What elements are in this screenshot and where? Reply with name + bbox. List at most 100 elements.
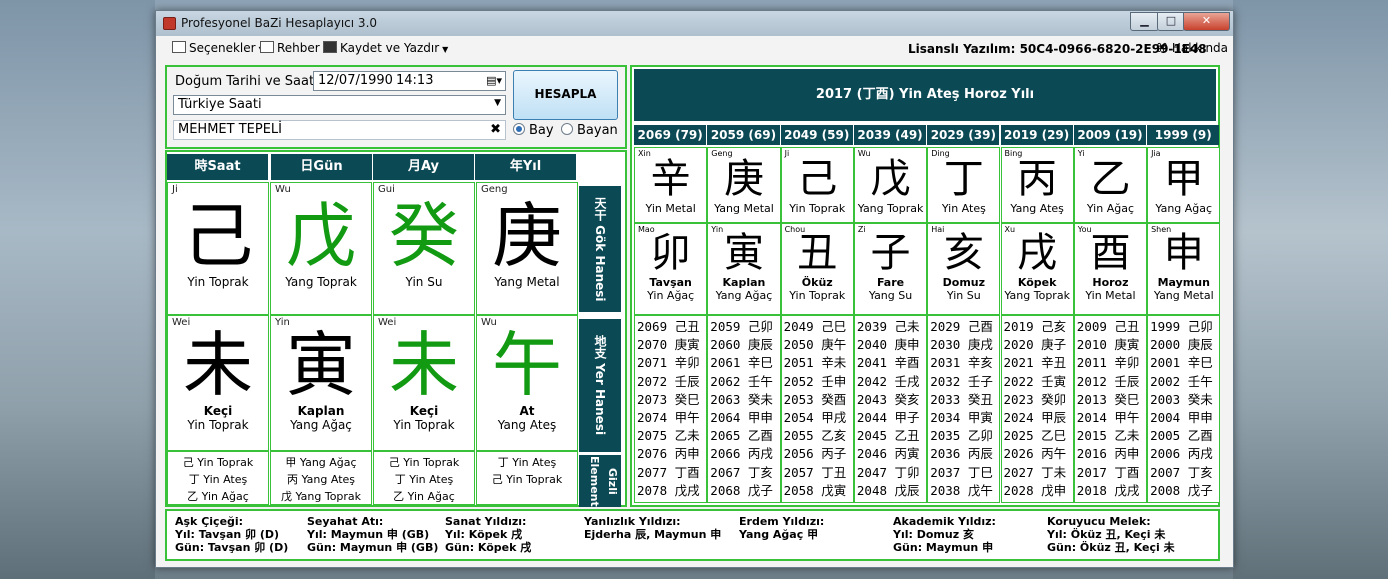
luck-stem-character: 庚: [723, 156, 764, 202]
stem-character: 庚: [492, 195, 562, 277]
stem-pinyin: Geng: [481, 184, 508, 195]
luck-year-list-4: 2029 己酉 2030 庚戌 2031 辛亥 2032 壬子 2033 癸丑 2034 …: [927, 315, 1001, 503]
luck-year-item: 2021 辛丑: [1003, 355, 1067, 371]
luck-stem-cell-2[interactable]: Ji 己 Yin Toprak: [780, 147, 854, 223]
luck-year-item: 2018 戊戌: [1076, 482, 1140, 498]
hidden-element-cell-2: 己 Yin Toprak 丁 Yin Ateş 乙 Yin Ağaç: [373, 451, 475, 505]
four-pillars-panel: 時Saat 日Gün 月Ay 年Yıl Ji 己 Yin Toprak Wu 戊 Yang Top…: [165, 150, 627, 507]
luck-year-list-0: 2069 己丑 2070 庚寅 2071 辛卯 2072 壬辰 2073 癸巳 2074 …: [634, 315, 708, 503]
luck-stem-pinyin: Yi: [1077, 149, 1085, 158]
chevron-down-icon: ▼: [494, 98, 501, 108]
branch-cell-3[interactable]: Wu 午 At Yang Ateş: [476, 315, 578, 451]
star-block-1: Seyahat Atı: Yıl: Maymun 申 (GB) Gün: Maymu…: [307, 515, 438, 554]
calendar-icon[interactable]: ▤▾: [486, 74, 502, 87]
minimize-button[interactable]: ▁: [1130, 12, 1159, 31]
luck-stem-cell-3[interactable]: Wu 戊 Yang Toprak: [853, 147, 928, 223]
menu-kaydet[interactable]: Kaydet ve Yazdır ▼: [323, 41, 448, 55]
luck-branch-cell-7[interactable]: Shen 申 Maymun Yang Metal: [1147, 223, 1221, 315]
luck-year-item: 2037 丁巳: [930, 464, 993, 480]
hidden-element: 丁 Yin Ateş: [394, 473, 454, 486]
radio-female[interactable]: Bayan: [561, 123, 618, 138]
luck-stem-cell-6[interactable]: Yi 乙 Yin Ağaç: [1073, 147, 1148, 223]
birth-datetime-field[interactable]: 12/07/1990 14:13 ▤▾: [313, 71, 506, 91]
window-title: Profesyonel BaZi Hesaplayıcı 3.0: [181, 16, 378, 30]
luck-branch-cell-5[interactable]: Xu 戌 Köpek Yang Toprak: [1000, 223, 1074, 315]
luck-branch-cell-2[interactable]: Chou 丑 Öküz Yin Toprak: [780, 223, 854, 315]
luck-stem-cell-7[interactable]: Jia 甲 Yang Ağaç: [1147, 147, 1221, 223]
luck-branch-cell-0[interactable]: Mao 卯 Tavşan Yin Ağaç: [634, 223, 708, 315]
luck-stem-cell-1[interactable]: Geng 庚 Yang Metal: [707, 147, 781, 223]
timezone-select[interactable]: Türkiye Saati ▼: [173, 95, 506, 115]
luck-branch-animal: Öküz: [801, 276, 833, 289]
luck-year-item: 2077 丁酉: [637, 464, 700, 480]
luck-year-item: 2025 乙巳: [1003, 428, 1067, 444]
luck-stem-cell-4[interactable]: Ding 丁 Yin Ateş: [927, 147, 1001, 223]
luck-year-item: 2039 己未: [856, 319, 920, 334]
about-label: Hakkında: [1171, 41, 1229, 55]
branch-character: 未: [183, 324, 253, 406]
about-button[interactable]: ⌘ Hakkında: [1156, 41, 1228, 55]
luck-header-5: 2019 (29): [1000, 125, 1073, 145]
luck-branch-cell-6[interactable]: You 酉 Horoz Yin Metal: [1073, 223, 1148, 315]
luck-year-item: 2074 甲午: [637, 410, 700, 426]
stem-character: 戊: [286, 195, 356, 277]
luck-year-item: 2036 丙辰: [930, 446, 993, 462]
close-button[interactable]: ✕: [1183, 12, 1230, 31]
title-bar[interactable]: Profesyonel BaZi Hesaplayıcı 3.0 ▁ □ ✕: [156, 11, 1233, 36]
star-title: Akademik Yıldız:: [893, 515, 996, 528]
luck-header-0: 2069 (79): [634, 125, 707, 145]
luck-year-item: 2058 戊寅: [783, 482, 847, 498]
branch-cell-1[interactable]: Yin 寅 Kaplan Yang Ağaç: [270, 315, 372, 451]
luck-branch-pinyin: Mao: [638, 225, 655, 234]
star-block-0: Aşk Çiçeği: Yıl: Tavşan 卯 (D) Gün: Tavşan …: [175, 515, 288, 554]
luck-year-item: 2029 己酉: [930, 319, 993, 334]
luck-branch-cell-1[interactable]: Yin 寅 Kaplan Yang Ağaç: [707, 223, 781, 315]
luck-year-item: 2005 乙酉: [1150, 428, 1213, 444]
stem-cell-3[interactable]: Geng 庚 Yang Metal: [476, 182, 578, 315]
luck-branch-character: 丑: [797, 230, 838, 276]
branch-animal: Kaplan: [297, 404, 345, 418]
stem-cell-2[interactable]: Gui 癸 Yin Su: [373, 182, 475, 315]
luck-stem-cell-0[interactable]: Xin 辛 Yin Metal: [634, 147, 708, 223]
stem-cell-1[interactable]: Wu 戊 Yang Toprak: [270, 182, 372, 315]
menu-secenekler[interactable]: Seçenekler▼: [172, 41, 265, 55]
luck-branch-animal: Kaplan: [722, 276, 766, 289]
menu-rehber[interactable]: Rehber: [260, 41, 320, 55]
maximize-button[interactable]: □: [1157, 12, 1185, 31]
desktop-background-right: [1233, 0, 1388, 579]
luck-year-item: 2023 癸卯: [1003, 391, 1067, 407]
branch-pinyin: Wu: [481, 317, 497, 328]
calculate-button[interactable]: HESAPLA: [513, 70, 618, 120]
branch-cell-0[interactable]: Wei 未 Keçi Yin Toprak: [167, 315, 269, 451]
luck-year-item: 2004 甲申: [1150, 410, 1213, 426]
luck-branch-cell-4[interactable]: Hai 亥 Domuz Yin Su: [927, 223, 1001, 315]
branch-pinyin: Yin: [275, 317, 290, 328]
luck-year-item: 2031 辛亥: [930, 355, 993, 371]
luck-year-item: 2015 乙未: [1076, 428, 1140, 444]
luck-stem-element: Yang Ağaç: [1155, 202, 1213, 215]
radio-male[interactable]: Bay: [513, 123, 554, 138]
luck-branch-cell-3[interactable]: Zi 子 Fare Yang Su: [853, 223, 928, 315]
branch-element: Yang Ateş: [497, 418, 557, 432]
hidden-element: 乙 Yin Ağaç: [393, 490, 455, 503]
luck-year-item: 2048 戊辰: [856, 482, 920, 498]
luck-stem-character: 乙: [1090, 156, 1131, 202]
luck-year-item: 2003 癸未: [1150, 391, 1213, 407]
name-input[interactable]: MEHMET TEPELİ ✖: [173, 120, 506, 140]
luck-year-item: 2063 癸未: [710, 391, 773, 407]
hidden-element: 丁 Yin Ateş: [188, 473, 248, 486]
pillar-header-0: 時Saat: [167, 154, 268, 180]
luck-header-2: 2049 (59): [780, 125, 853, 145]
luck-branch-pinyin: Hai: [931, 225, 945, 234]
stem-cell-0[interactable]: Ji 己 Yin Toprak: [167, 182, 269, 315]
branch-cell-2[interactable]: Wei 未 Keçi Yin Toprak: [373, 315, 475, 451]
luck-stem-element: Yin Ağaç: [1086, 202, 1135, 215]
clear-icon[interactable]: ✖: [490, 122, 501, 137]
luck-year-item: 2051 辛未: [783, 355, 847, 371]
luck-branch-character: 亥: [943, 230, 984, 276]
menu-secenekler-label: Seçenekler: [189, 41, 256, 55]
input-panel: Doğum Tarihi ve Saati: 12/07/1990 14:13 …: [165, 65, 627, 149]
luck-year-item: 2055 乙亥: [783, 428, 847, 444]
pillar-header-1: 日Gün: [271, 154, 372, 180]
luck-stem-cell-5[interactable]: Bing 丙 Yang Ateş: [1000, 147, 1074, 223]
